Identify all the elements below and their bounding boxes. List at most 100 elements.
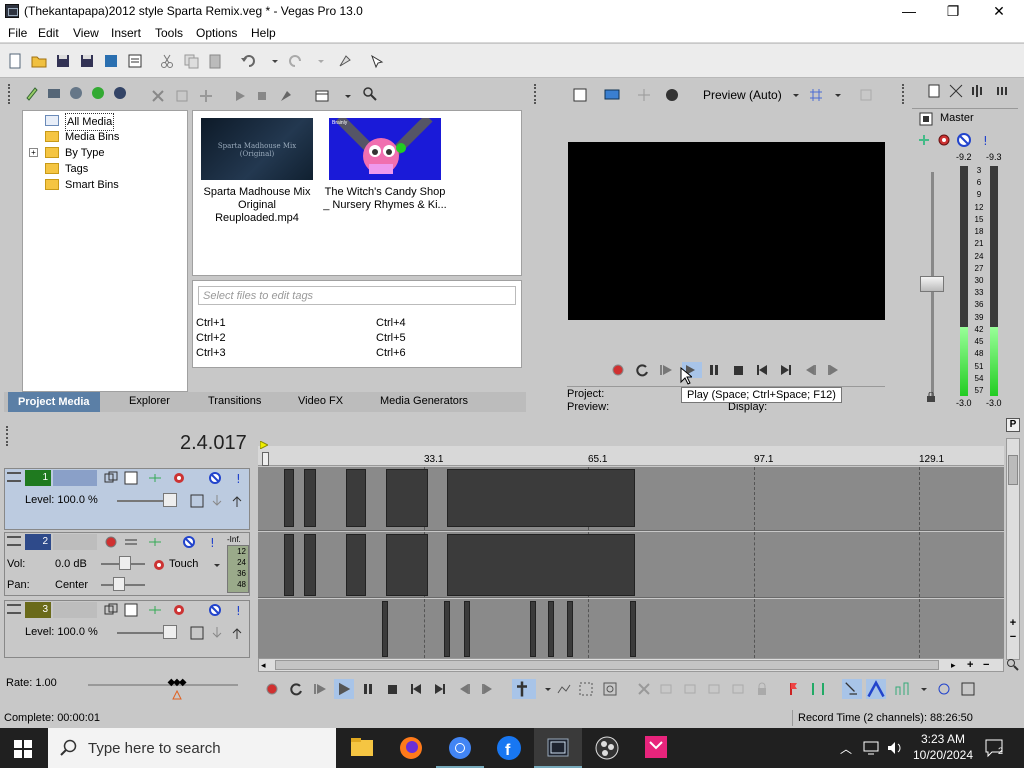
master-solo-icon[interactable]: ! <box>978 132 994 148</box>
tab-project-media[interactable]: Project Media <box>8 392 100 412</box>
ignore-event-grouping-icon[interactable] <box>960 681 976 697</box>
tag-shortcut-5[interactable]: Ctrl+5 <box>376 332 406 344</box>
redo-icon[interactable] <box>286 52 304 70</box>
next-frame-icon[interactable] <box>826 362 842 378</box>
edit-tool-dropdown-icon[interactable] <box>540 681 551 697</box>
app-pink-icon[interactable] <box>632 728 680 768</box>
play-from-start-icon[interactable] <box>312 681 328 697</box>
track-name-field[interactable] <box>53 470 97 486</box>
split-screen-icon[interactable] <box>664 87 680 103</box>
tab-transitions[interactable]: Transitions <box>208 395 261 407</box>
master-properties-icon[interactable] <box>926 83 942 99</box>
track-minimize-icon[interactable] <box>7 604 21 614</box>
video-clip[interactable] <box>382 601 388 657</box>
preview-quality-select[interactable]: Preview (Auto) <box>703 88 782 102</box>
zoom-out-time-icon[interactable]: − <box>983 659 993 671</box>
render-icon[interactable] <box>102 52 120 70</box>
pause-icon[interactable] <box>706 362 722 378</box>
tag-shortcut-6[interactable]: Ctrl+6 <box>376 347 406 359</box>
external-monitor-icon[interactable] <box>604 87 620 103</box>
zoom-edit-tool-icon[interactable] <box>602 681 618 697</box>
downmix-icon[interactable] <box>948 83 964 99</box>
enable-snapping-icon[interactable] <box>894 681 910 697</box>
panel-grip[interactable] <box>8 84 11 104</box>
envelope-tool-icon[interactable] <box>556 681 572 697</box>
tab-video-fx[interactable]: Video FX <box>298 395 343 407</box>
trim-end-icon[interactable] <box>706 681 722 697</box>
loop-playback-icon[interactable] <box>634 362 650 378</box>
track-header-audio-2[interactable]: 2 ! -Inf. 12 24 36 48 Vol: 0.0 dB Touch … <box>4 532 250 596</box>
audio-clip[interactable] <box>284 534 294 596</box>
insert-marker-icon[interactable] <box>786 681 802 697</box>
panel-grip[interactable] <box>902 84 905 104</box>
horizontal-scroll-thumb[interactable] <box>275 660 939 670</box>
compositing-mode-icon[interactable] <box>103 602 119 618</box>
get-media-icon[interactable] <box>68 85 84 101</box>
audio-clip[interactable] <box>386 534 428 596</box>
scroll-right-icon[interactable]: ▸ <box>951 660 959 670</box>
save-icon[interactable] <box>54 52 72 70</box>
track-minimize-icon[interactable] <box>7 536 21 546</box>
track-header-video-1[interactable]: 1 ! Level: 100.0 % <box>4 468 250 530</box>
volume-slider-handle[interactable] <box>119 556 131 570</box>
panel-grip[interactable] <box>6 426 9 446</box>
menu-options[interactable]: Options <box>196 26 237 40</box>
track-header-video-3[interactable]: 3 ! Level: 100.0 % <box>4 600 250 658</box>
enable-snapping-icon[interactable] <box>336 52 354 70</box>
media-play-icon[interactable] <box>232 88 248 104</box>
invert-phase-icon[interactable] <box>123 534 139 550</box>
zoom-in-time-icon[interactable]: + <box>967 659 977 671</box>
horizontal-scrollbar[interactable]: ◂ ▸ + − <box>258 658 1004 672</box>
marker-bar-toggle-icon[interactable]: P <box>1006 418 1020 432</box>
rate-slider-handle[interactable]: ◆◆◆ <box>164 678 188 688</box>
file-explorer-icon[interactable] <box>338 728 386 768</box>
track-minimize-icon[interactable] <box>7 472 21 482</box>
taskbar-clock[interactable]: 3:23 AM 10/20/2024 <box>908 731 978 763</box>
audio-clip[interactable] <box>447 534 635 596</box>
record-icon[interactable] <box>264 681 280 697</box>
trim-start-icon[interactable] <box>682 681 698 697</box>
track-mute-icon[interactable] <box>207 602 223 618</box>
loop-playback-icon[interactable] <box>288 681 304 697</box>
undo-dropdown-icon[interactable] <box>266 52 278 70</box>
cursor-timecode[interactable]: 2.4.017 <box>180 432 247 455</box>
search-media-icon[interactable] <box>362 86 378 102</box>
chrome-icon[interactable] <box>436 728 484 768</box>
minimize-button[interactable]: — <box>886 0 932 23</box>
auto-crossfade-icon[interactable] <box>866 679 886 699</box>
play-from-start-icon[interactable] <box>658 362 674 378</box>
windows-start-icon[interactable] <box>14 740 32 758</box>
media-stop-icon[interactable] <box>254 88 270 104</box>
paste-icon[interactable] <box>206 52 224 70</box>
audio-clip[interactable] <box>304 534 316 596</box>
track-compositing-child-icon[interactable] <box>189 625 205 641</box>
media-thumbnail-sparta[interactable]: Sparta Madhouse Mix (Original) <box>201 118 313 180</box>
playhead-handle[interactable] <box>262 452 269 466</box>
refresh-icon[interactable] <box>90 85 106 101</box>
firefox-icon[interactable] <box>387 728 435 768</box>
pause-icon[interactable] <box>360 681 376 697</box>
network-icon[interactable] <box>862 740 880 756</box>
video-clip[interactable] <box>530 601 536 657</box>
views-icon[interactable] <box>314 88 330 104</box>
panel-grip[interactable] <box>534 84 537 104</box>
track-compositing-child-icon[interactable] <box>189 493 205 509</box>
taskbar-search-box[interactable]: Type here to search <box>48 728 336 768</box>
audio-track-fx-icon[interactable] <box>147 534 163 550</box>
copy-icon[interactable] <box>182 52 200 70</box>
tab-media-generators[interactable]: Media Generators <box>380 395 468 407</box>
master-fx-gear-icon[interactable] <box>936 132 952 148</box>
video-clip[interactable] <box>346 469 366 527</box>
tag-shortcut-4[interactable]: Ctrl+4 <box>376 317 406 329</box>
go-to-end-icon[interactable] <box>432 681 448 697</box>
video-clip[interactable] <box>304 469 316 527</box>
snapping-dropdown-icon[interactable] <box>916 681 927 697</box>
mixer-more-icon[interactable] <box>994 83 1010 99</box>
compositing-mode-icon[interactable] <box>103 470 119 486</box>
obs-icon[interactable] <box>583 728 631 768</box>
record-icon[interactable] <box>610 362 626 378</box>
split-icon[interactable] <box>730 681 746 697</box>
master-insert-fx-icon[interactable] <box>916 132 932 148</box>
insert-region-icon[interactable] <box>810 681 826 697</box>
track-solo-icon[interactable]: ! <box>231 470 247 486</box>
